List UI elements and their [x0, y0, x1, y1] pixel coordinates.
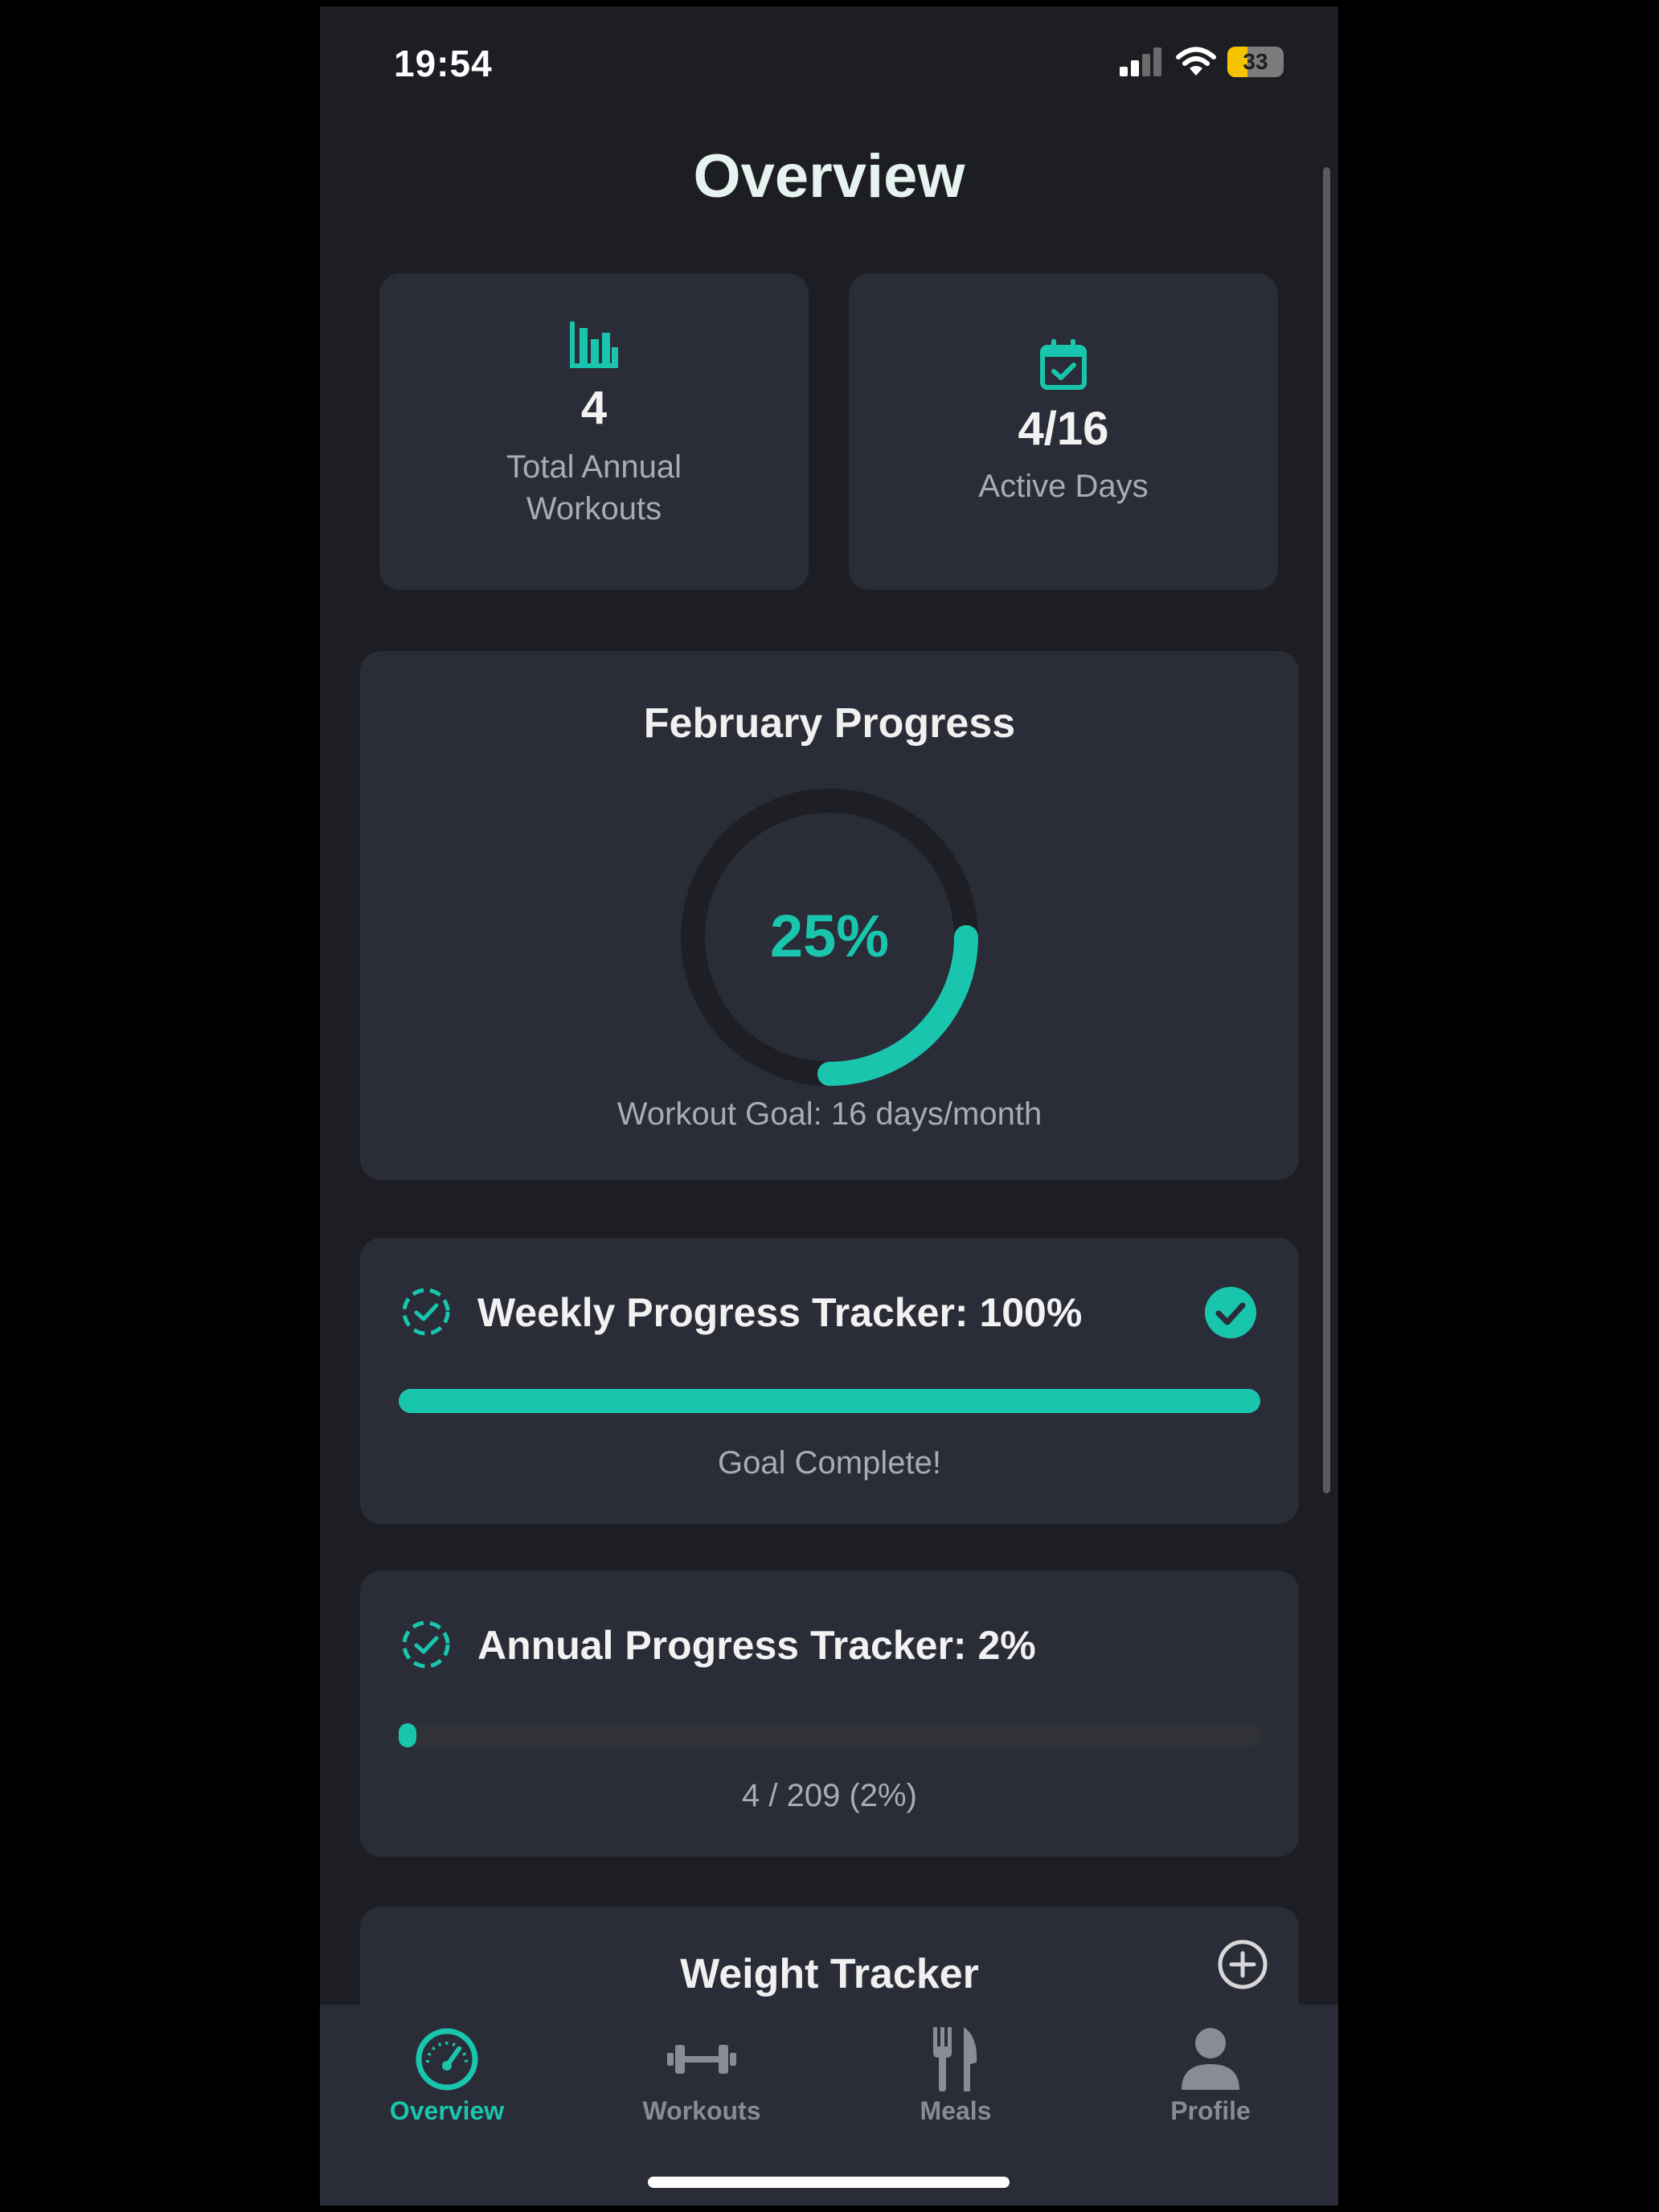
- cellular-signal-icon: [1120, 47, 1161, 76]
- annual-progress-fill: [399, 1723, 416, 1747]
- tab-profile[interactable]: Profile: [1114, 2027, 1307, 2126]
- add-weight-button[interactable]: [1217, 1939, 1268, 1990]
- dumbbell-icon: [667, 2045, 736, 2074]
- wifi-icon: [1176, 47, 1216, 76]
- calendar-check-icon: [1040, 339, 1087, 390]
- stat-value: 4: [580, 382, 608, 434]
- app-screen: 19:54 33 Overview 4 Total Annual Workout…: [320, 6, 1338, 2206]
- stat-label: Total Annual: [506, 449, 682, 485]
- status-time: 19:54: [394, 43, 493, 84]
- tab-label: Meals: [920, 2096, 992, 2125]
- fork-knife-icon: [933, 2027, 977, 2091]
- stat-label: Active Days: [978, 469, 1149, 504]
- page-title: Overview: [693, 142, 965, 211]
- battery-indicator: 33: [1227, 47, 1284, 77]
- check-circle-icon: [1205, 1287, 1256, 1338]
- weight-tracker-title: Weight Tracker: [680, 1951, 979, 1997]
- stat-label: Workouts: [526, 491, 662, 526]
- battery-percent: 33: [1243, 49, 1268, 74]
- workout-goal-text: Workout Goal: 16 days/month: [616, 1096, 1043, 1132]
- monthly-progress-card: February Progress 25% Workout Goal: 16 d…: [360, 651, 1299, 1180]
- tab-bar: Overview Workouts Meals Profile: [320, 2005, 1338, 2206]
- progress-ring-percent: 25%: [769, 903, 890, 969]
- tab-label: Overview: [389, 2096, 505, 2125]
- weekly-progress-fill: [399, 1389, 1260, 1413]
- tab-workouts[interactable]: Workouts: [605, 2027, 798, 2126]
- weekly-tracker-title: Weekly Progress Tracker: 100%: [477, 1290, 1083, 1335]
- tab-overview[interactable]: Overview: [350, 2027, 543, 2126]
- stat-value: 4/16: [1018, 403, 1109, 455]
- weekly-tracker-card: Weekly Progress Tracker: 100% Goal Compl…: [360, 1238, 1299, 1524]
- weekly-status-text: Goal Complete!: [718, 1445, 941, 1481]
- weekly-progress-bar: [399, 1389, 1260, 1413]
- status-icons: 33: [1120, 47, 1284, 77]
- annual-progress-bar: [399, 1723, 1260, 1747]
- speedometer-icon: [416, 2028, 478, 2091]
- stat-card-total-workouts: 4 Total Annual Workouts: [379, 273, 809, 590]
- home-indicator: [648, 2177, 1010, 2188]
- tab-label: Workouts: [642, 2096, 761, 2125]
- annual-tracker-title: Annual Progress Tracker: 2%: [477, 1623, 1036, 1668]
- dashed-check-circle-icon: [402, 1620, 450, 1669]
- scrollbar[interactable]: [1323, 167, 1330, 1493]
- tab-meals[interactable]: Meals: [859, 2027, 1052, 2126]
- stat-card-active-days: 4/16 Active Days: [849, 273, 1278, 590]
- tab-label: Profile: [1170, 2096, 1251, 2125]
- monthly-progress-title: February Progress: [643, 700, 1016, 747]
- person-icon: [1182, 2028, 1239, 2090]
- dashed-check-circle-icon: [402, 1288, 450, 1336]
- annual-tracker-card: Annual Progress Tracker: 2% 4 / 209 (2%): [360, 1571, 1299, 1857]
- bar-chart-icon: [570, 322, 618, 368]
- annual-detail-text: 4 / 209 (2%): [742, 1778, 917, 1813]
